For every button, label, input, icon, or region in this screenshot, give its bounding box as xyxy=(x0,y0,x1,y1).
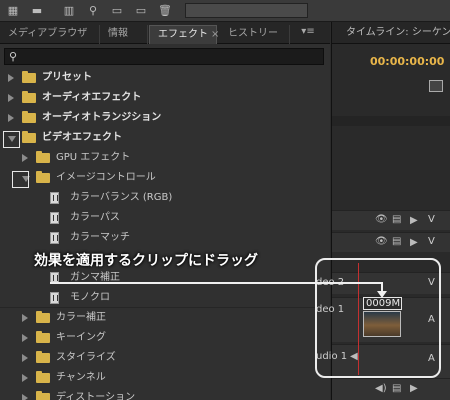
panel-tab-bar: メディアブラウザ 情報 エフェクト × ヒストリー xyxy=(0,22,330,44)
track-row: 👁 ▤ ▶ V xyxy=(332,232,450,252)
list-view-icon[interactable]: ▦ xyxy=(6,4,20,17)
tab-history[interactable]: ヒストリー xyxy=(220,25,290,44)
snap-icon[interactable] xyxy=(429,80,443,92)
time-ruler[interactable] xyxy=(332,116,450,126)
new-item-icon[interactable]: ▭ xyxy=(134,4,148,17)
folder-icon xyxy=(36,311,50,323)
chevron-right-icon[interactable] xyxy=(22,314,28,322)
timecode-display[interactable]: 00:00:00:00 xyxy=(370,55,444,68)
tab-effects[interactable]: エフェクト × xyxy=(149,25,219,44)
tree-effect-row[interactable]: カラーバランス (RGB) xyxy=(0,188,330,208)
tree-item-label: キーイング xyxy=(56,332,106,343)
eye-icon[interactable]: 👁 xyxy=(375,214,388,225)
track-row: ◀) ▤ ▶ xyxy=(332,378,450,400)
film-icon[interactable]: ▤ xyxy=(392,214,401,225)
tree-folder-row[interactable]: カラー補正 xyxy=(0,308,330,328)
tree-item-label: カラー補正 xyxy=(56,312,106,323)
folder-icon xyxy=(22,91,36,103)
chevron-right-icon[interactable] xyxy=(22,394,28,400)
arrow-down-icon xyxy=(377,291,387,298)
tree-folder-row[interactable]: オーディオエフェクト xyxy=(0,88,330,108)
tree-effect-row[interactable]: カラーパス xyxy=(0,208,330,228)
search-field[interactable]: ⚲ xyxy=(4,48,324,65)
tree-item-label: プリセット xyxy=(42,72,92,83)
eye-icon[interactable]: 👁 xyxy=(375,236,388,247)
callout-box xyxy=(315,258,441,378)
tree-item-label: スタイライズ xyxy=(56,352,116,363)
tree-effect-row[interactable]: モノクロ xyxy=(0,288,330,308)
chevron-right-icon[interactable] xyxy=(22,374,28,382)
folder-icon xyxy=(36,391,50,400)
folder-icon xyxy=(36,371,50,383)
chevron-right-icon[interactable] xyxy=(8,114,14,122)
tree-item-label: オーディオエフェクト xyxy=(42,92,142,103)
tree-folder-row[interactable]: オーディオトランジション xyxy=(0,108,330,128)
folder-icon xyxy=(36,351,50,363)
tree-folder-row[interactable]: キーイング xyxy=(0,328,330,348)
tree-folder-row[interactable]: ディストーション xyxy=(0,388,330,400)
tree-effect-row[interactable]: ガンマ補正 xyxy=(0,268,330,288)
tree-folder-row[interactable]: チャンネル xyxy=(0,368,330,388)
chevron-right-icon[interactable] xyxy=(22,354,28,362)
folder-icon xyxy=(36,151,50,163)
tab-timeline[interactable]: タイムライン: シーケン xyxy=(332,22,450,44)
effect-icon xyxy=(50,292,59,304)
chevron-right-icon[interactable]: ▶ xyxy=(410,383,418,394)
close-icon[interactable]: × xyxy=(211,29,219,40)
tree-item-label: カラーパス xyxy=(70,212,120,223)
tree-item-label: オーディオトランジション xyxy=(42,112,162,123)
tree-folder-row[interactable]: ビデオエフェクト xyxy=(0,128,330,148)
film-icon[interactable]: ▤ xyxy=(392,236,401,247)
tab-info[interactable]: 情報 xyxy=(100,25,148,44)
highlight-image-control-toggle xyxy=(12,171,29,188)
tree-folder-row[interactable]: スタイライズ xyxy=(0,348,330,368)
track-row: 👁 ▤ ▶ V xyxy=(332,210,450,230)
callout-arrow-line xyxy=(50,282,382,284)
chevron-right-icon[interactable] xyxy=(22,334,28,342)
effects-panel: ⚲ プリセットオーディオエフェクトオーディオトランジション ビデオエフェクト GPU… xyxy=(0,44,330,400)
folder-icon xyxy=(22,131,36,143)
effect-icon xyxy=(50,212,59,224)
tree-item-label: ビデオエフェクト xyxy=(42,132,122,143)
tree-item-label: ガンマ補正 xyxy=(70,272,120,283)
chevron-right-icon[interactable]: ▶ xyxy=(410,215,418,226)
chevron-right-icon[interactable] xyxy=(8,74,14,82)
folder-icon xyxy=(36,171,50,183)
top-toolbar: ▦ ▬ ▥ ⚲ ▭ ▭ 🗑 xyxy=(0,0,450,22)
tree-item-label: カラーバランス (RGB) xyxy=(70,192,173,203)
tree-item-label: カラーマッチ xyxy=(70,232,130,243)
folder-icon xyxy=(22,111,36,123)
tree-folder-row[interactable]: GPU エフェクト xyxy=(0,148,330,168)
tree-item-label: チャンネル xyxy=(56,372,106,383)
search-icon[interactable]: ⚲ xyxy=(86,4,100,17)
film-icon[interactable]: ▤ xyxy=(392,383,401,394)
tree-item-label: モノクロ xyxy=(70,292,110,303)
list-icon[interactable]: ▬ xyxy=(30,4,44,17)
library-icon[interactable]: ▥ xyxy=(62,4,76,17)
premiere-window: ▦ ▬ ▥ ⚲ ▭ ▭ 🗑 メディアブラウザ 情報 エフェクト × ヒストリー ▾… xyxy=(0,0,450,400)
chevron-right-icon[interactable] xyxy=(22,154,28,162)
chevron-right-icon[interactable]: ▶ xyxy=(410,237,418,248)
highlight-video-effects-toggle xyxy=(3,131,20,148)
tree-item-label: イメージコントロール xyxy=(56,172,156,183)
trash-icon[interactable]: 🗑 xyxy=(158,4,172,17)
folder-icon[interactable]: ▭ xyxy=(110,4,124,17)
tree-folder-row[interactable]: イメージコントロール xyxy=(0,168,330,188)
folder-icon xyxy=(36,331,50,343)
speaker-icon[interactable]: ◀) xyxy=(375,383,387,394)
tree-item-label: GPU エフェクト xyxy=(56,152,131,163)
tree-effect-row[interactable]: カラーマッチ xyxy=(0,228,330,248)
zoom-slider[interactable] xyxy=(185,3,308,18)
folder-icon xyxy=(22,71,36,83)
effect-icon xyxy=(50,232,59,244)
chevron-right-icon[interactable] xyxy=(8,94,14,102)
search-icon: ⚲ xyxy=(9,50,18,63)
tree-folder-row[interactable]: プリセット xyxy=(0,68,330,88)
panel-menu-icon[interactable]: ▾≡ xyxy=(296,26,320,40)
effect-icon xyxy=(50,192,59,204)
tree-item-label: ディストーション xyxy=(56,392,136,400)
callout-text: 効果を適用するクリップにドラッグ xyxy=(34,253,258,269)
tab-media-browser[interactable]: メディアブラウザ xyxy=(0,25,100,44)
